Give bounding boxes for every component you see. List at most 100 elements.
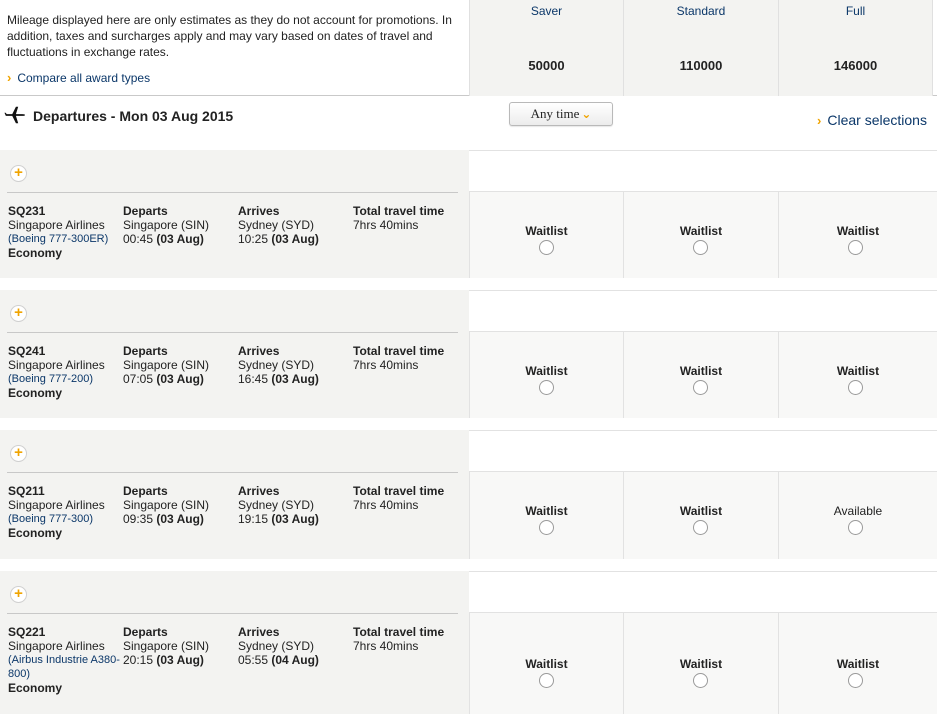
travel-duration: 7hrs 40mins (353, 639, 419, 653)
fare-radio[interactable] (539, 673, 554, 688)
award-miles: 50000 (528, 58, 565, 73)
travel-duration: 7hrs 40mins (353, 358, 419, 372)
travel-duration: 7hrs 40mins (353, 498, 419, 512)
availability-status: Waitlist (525, 224, 568, 238)
fare-radio[interactable] (848, 240, 863, 255)
cabin-class: Economy (8, 681, 63, 695)
arrival-date: (03 Aug) (271, 512, 319, 526)
award-name: Full (845, 4, 866, 18)
departure-airport: Singapore (SIN) (123, 358, 210, 372)
award-miles: 110000 (679, 58, 723, 73)
aircraft-link[interactable]: (Boeing 777-200) (8, 372, 120, 386)
departs-info: Departs Singapore (SIN) 07:05 (03 Aug) (123, 344, 235, 386)
add-flight-icon[interactable]: + (10, 586, 27, 603)
fare-radio[interactable] (693, 520, 708, 535)
row-divider (7, 332, 458, 333)
add-flight-icon[interactable]: + (10, 165, 27, 182)
award-miles: 146000 (833, 58, 878, 73)
availability-status: Waitlist (525, 364, 568, 378)
add-flight-icon[interactable]: + (10, 305, 27, 322)
time-filter-dropdown[interactable]: Any time ⌄ (509, 102, 613, 126)
departs-info: Departs Singapore (SIN) 09:35 (03 Aug) (123, 484, 235, 526)
departure-date: (03 Aug) (156, 232, 204, 246)
cabin-class: Economy (8, 386, 63, 400)
chevron-right-icon: › (7, 70, 12, 85)
departure-time: 00:45 (123, 232, 154, 246)
arrives-info: Arrives Sydney (SYD) 16:45 (03 Aug) (238, 344, 350, 386)
total-travel-time-label: Total travel time (353, 204, 445, 218)
duration-info: Total travel time 7hrs 40mins (353, 625, 465, 653)
fare-radio[interactable] (848, 673, 863, 688)
total-travel-time-label: Total travel time (353, 625, 445, 639)
fare-radio[interactable] (693, 673, 708, 688)
arrives-info: Arrives Sydney (SYD) 05:55 (04 Aug) (238, 625, 350, 667)
clear-selections-link[interactable]: › Clear selections (817, 112, 927, 128)
award-col-standard: Standard 110000 (623, 0, 778, 96)
fare-cell: Waitlist (623, 472, 778, 559)
row-divider (7, 613, 458, 614)
arrival-airport: Sydney (SYD) (238, 498, 315, 512)
arrives-info: Arrives Sydney (SYD) 10:25 (03 Aug) (238, 204, 350, 246)
fare-cell: Waitlist (469, 613, 623, 714)
fare-radio[interactable] (848, 380, 863, 395)
fare-band-spacer (469, 571, 937, 613)
availability-status: Waitlist (836, 657, 880, 671)
fare-band-spacer (469, 290, 937, 332)
fare-radio[interactable] (693, 380, 708, 395)
departure-time: 07:05 (123, 372, 154, 386)
fare-radio[interactable] (539, 520, 554, 535)
fare-radio[interactable] (539, 240, 554, 255)
fare-cell: Waitlist (778, 613, 937, 714)
departure-airport: Singapore (SIN) (123, 498, 210, 512)
arrives-info: Arrives Sydney (SYD) 19:15 (03 Aug) (238, 484, 350, 526)
arrives-label: Arrives (238, 344, 280, 358)
departures-title: Departures - Mon 03 Aug 2015 (33, 108, 234, 124)
aircraft-link[interactable]: (Airbus Industrie A380-800) (8, 653, 120, 681)
airline-name: Singapore Airlines (8, 218, 105, 232)
availability-status: Waitlist (836, 364, 880, 378)
fare-cell: Waitlist (623, 192, 778, 278)
fare-cell: Waitlist (778, 332, 937, 418)
mileage-notice: Mileage displayed here are only estimate… (7, 13, 452, 59)
departure-airport: Singapore (SIN) (123, 639, 210, 653)
compare-award-types-link[interactable]: › Compare all award types (7, 70, 150, 85)
airline-name: Singapore Airlines (8, 639, 105, 653)
availability-status: Waitlist (525, 657, 568, 671)
departs-label: Departs (123, 344, 168, 358)
fare-cell: Waitlist (623, 613, 778, 714)
award-name: Standard (676, 4, 726, 18)
award-col-full: Full 146000 (778, 0, 933, 96)
arrival-time: 16:45 (238, 372, 269, 386)
availability-status: Available (833, 504, 883, 518)
duration-info: Total travel time 7hrs 40mins (353, 204, 465, 232)
add-flight-icon[interactable]: + (10, 445, 27, 462)
arrival-date: (03 Aug) (271, 232, 319, 246)
cabin-class: Economy (8, 526, 63, 540)
departure-date: (03 Aug) (156, 653, 204, 667)
aircraft-link[interactable]: (Boeing 777-300) (8, 512, 120, 526)
departure-time: 20:15 (123, 653, 154, 667)
fare-radio[interactable] (848, 520, 863, 535)
departs-label: Departs (123, 204, 168, 218)
fare-band-spacer (469, 150, 937, 192)
departure-airport: Singapore (SIN) (123, 218, 210, 232)
flight-info: SQ211 Singapore Airlines (Boeing 777-300… (8, 484, 120, 540)
flight-number: SQ241 (8, 344, 46, 358)
departs-info: Departs Singapore (SIN) 20:15 (03 Aug) (123, 625, 235, 667)
departs-label: Departs (123, 625, 168, 639)
chevron-right-icon: › (817, 113, 822, 128)
airline-name: Singapore Airlines (8, 358, 105, 372)
airline-name: Singapore Airlines (8, 498, 105, 512)
fare-cell: Available (778, 472, 937, 559)
arrival-date: (03 Aug) (271, 372, 319, 386)
arrival-airport: Sydney (SYD) (238, 218, 315, 232)
fare-cell: Waitlist (778, 192, 937, 278)
fare-cell: Waitlist (469, 192, 623, 278)
fare-radio[interactable] (693, 240, 708, 255)
fare-cell: Waitlist (623, 332, 778, 418)
aircraft-link[interactable]: (Boeing 777-300ER) (8, 232, 120, 246)
award-header: Mileage displayed here are only estimate… (0, 0, 937, 96)
fare-radio[interactable] (539, 380, 554, 395)
departs-info: Departs Singapore (SIN) 00:45 (03 Aug) (123, 204, 235, 246)
row-divider (7, 192, 458, 193)
